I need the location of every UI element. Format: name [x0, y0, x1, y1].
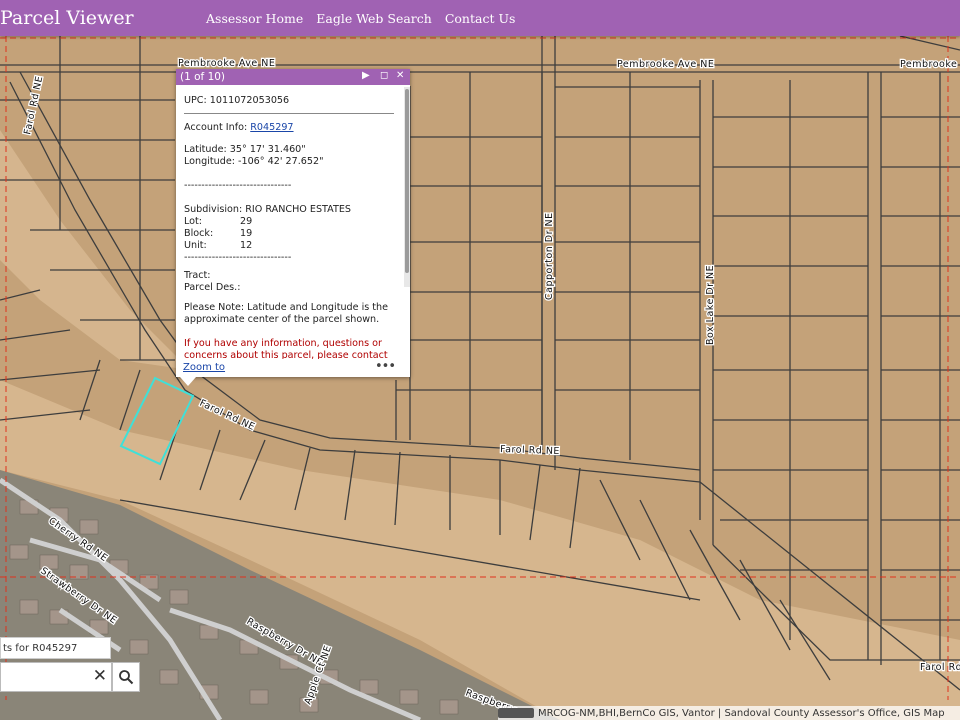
nav-eagle-web-search[interactable]: Eagle Web Search	[316, 11, 432, 26]
subdivision-text: Subdivision: RIO RANCHO ESTATES	[184, 204, 351, 215]
contact-text: If you have any information, questions o…	[184, 338, 388, 359]
parcel-des-label: Parcel Des.:	[184, 282, 241, 293]
account-label: Account Info:	[184, 122, 251, 133]
divider	[184, 113, 394, 114]
header-nav: Assessor Home Eagle Web Search Contact U…	[206, 11, 528, 26]
road-label: Box Lake Dr NE	[705, 265, 716, 345]
road-label: Farol Rd NE	[500, 444, 560, 457]
road-label: Pembrooke Ave NE	[617, 59, 714, 70]
road-label: Pembrooke Ave NE	[178, 58, 275, 69]
unit-value: 12	[240, 240, 253, 251]
search-input[interactable]: ✕	[0, 662, 112, 692]
search-button[interactable]	[112, 662, 140, 692]
more-options-icon[interactable]: •••	[375, 359, 396, 374]
popup-counter: (1 of 10)	[180, 71, 226, 83]
close-icon[interactable]: ✕	[396, 70, 404, 81]
maximize-icon[interactable]: ◻	[380, 70, 388, 81]
zoom-to-link[interactable]: Zoom to	[183, 362, 225, 373]
account-link[interactable]: R045297	[250, 122, 293, 133]
block-value: 19	[240, 228, 253, 239]
block-label: Block:	[184, 228, 214, 239]
block-row: Block: 19	[184, 228, 402, 240]
map-view[interactable]: Pembrooke Ave NE Pembrooke Ave NE Pembro…	[0, 36, 960, 720]
separator-text: -------------------------------	[184, 180, 292, 191]
upc-text: UPC: 1011072053056	[184, 95, 290, 106]
popup-scrollbar[interactable]	[404, 87, 410, 287]
search-icon	[119, 670, 134, 685]
tract-label: Tract:	[184, 270, 211, 281]
app-header: Parcel Viewer Assessor Home Eagle Web Se…	[0, 0, 960, 36]
lot-label: Lot:	[184, 216, 203, 227]
road-label: Farol Rd	[920, 662, 960, 673]
popup-footer: Zoom to •••	[176, 359, 410, 377]
popup-body: UPC: 1011072053056 Account Info: R045297…	[176, 85, 402, 359]
popup-pointer	[180, 377, 196, 386]
road-label: Capporton Dr NE	[544, 212, 555, 300]
nav-contact-us[interactable]: Contact Us	[445, 11, 516, 26]
unit-label: Unit:	[184, 240, 207, 251]
map-canvas[interactable]: Pembrooke Ave NE Pembrooke Ave NE Pembro…	[0, 36, 960, 720]
parcel-popup: (1 of 10) ▶ ◻ ✕ UPC: 1011072053056 Accou…	[176, 69, 410, 377]
latitude-text: Latitude: 35° 17' 31.460"	[184, 144, 306, 155]
nav-assessor-home[interactable]: Assessor Home	[206, 11, 303, 26]
app-title: Parcel Viewer	[0, 7, 134, 29]
esri-logo	[498, 708, 534, 718]
attribution-text: MRCOG-NM,BHI,BernCo GIS, Vantor | Sandov…	[538, 707, 945, 719]
unit-row: Unit: 12	[184, 240, 402, 252]
longitude-text: Longitude: -106° 42' 27.652"	[184, 156, 324, 167]
note-text: Please Note: Latitude and Longitude is t…	[184, 302, 389, 325]
separator-text: -------------------------------	[184, 252, 292, 263]
road-label: Pembrooke	[900, 59, 957, 70]
search-suggestion[interactable]: ts for R045297	[0, 637, 111, 659]
popup-header: (1 of 10) ▶ ◻ ✕	[176, 69, 410, 85]
clear-search-icon[interactable]: ✕	[93, 666, 107, 686]
account-info: Account Info: R045297	[184, 122, 402, 134]
map-attribution: MRCOG-NM,BHI,BernCo GIS, Vantor | Sandov…	[498, 706, 960, 720]
scrollbar-thumb[interactable]	[405, 89, 409, 273]
lot-value: 29	[240, 216, 253, 227]
next-feature-icon[interactable]: ▶	[362, 70, 370, 81]
lot-row: Lot: 29	[184, 216, 402, 228]
